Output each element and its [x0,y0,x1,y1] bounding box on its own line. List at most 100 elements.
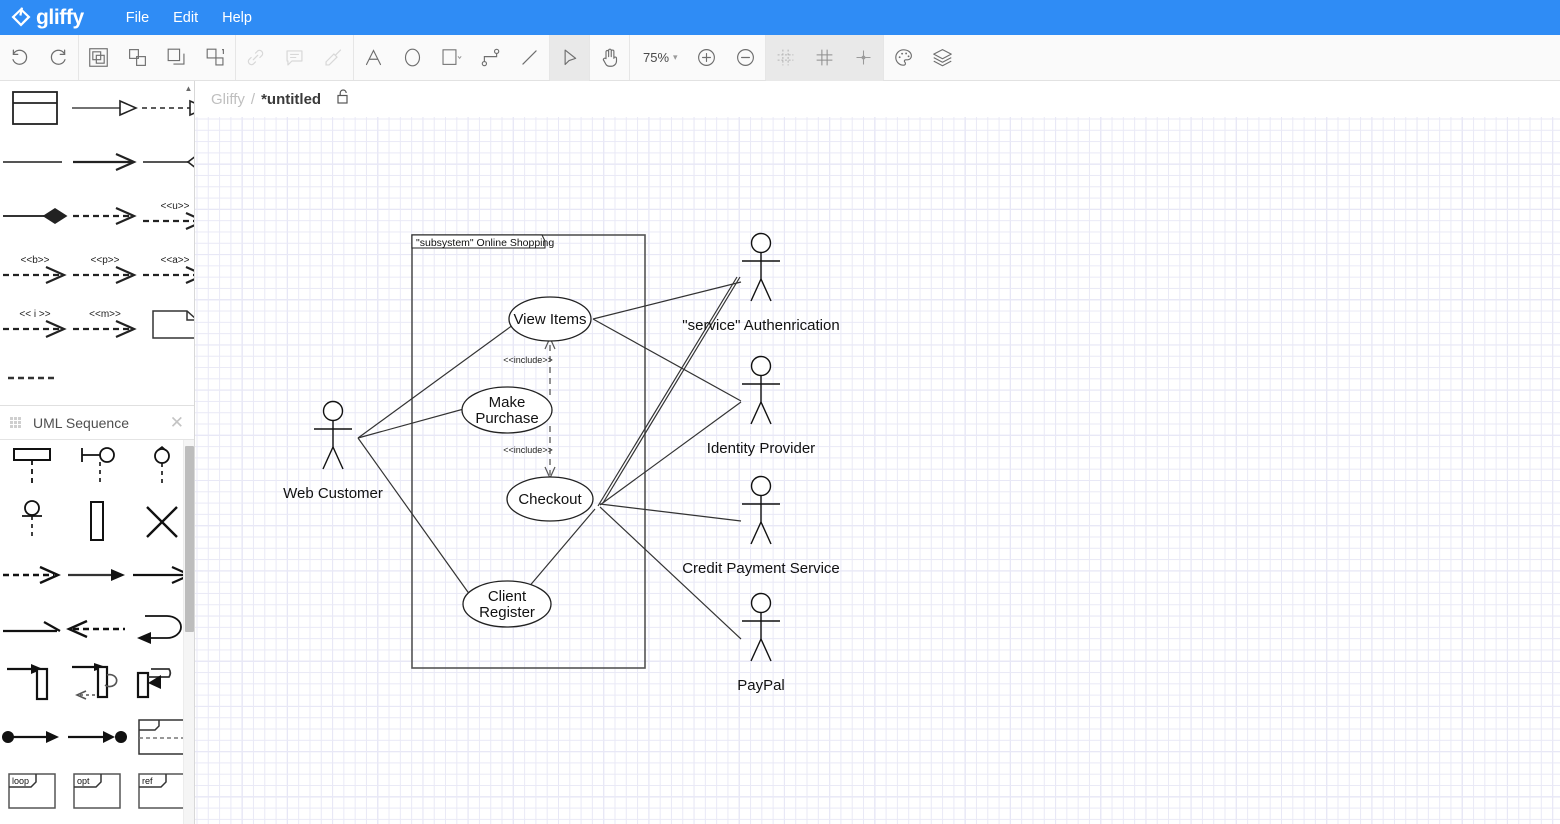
svg-text:<<p>>: <<p>> [91,255,120,266]
actor-identity-provider[interactable]: Identity Provider [707,355,815,458]
shape-bind-dependency-shape[interactable]: <<b>> [0,243,70,297]
shape-note-shape[interactable] [140,297,194,351]
palette-scrollbar-track[interactable] [183,440,194,824]
actor-web-customer-label: Web Customer [283,485,383,502]
menu-help[interactable]: Help [210,6,264,30]
close-icon[interactable]: ✕ [170,414,184,431]
svg-text:<< i >>: << i >> [19,309,50,320]
use-case-make-purchase[interactable]: Make Purchase [461,386,553,434]
gliffy-diamond-logo-icon [9,6,33,30]
shape-use-dependency-shape[interactable]: <<u>> [140,189,194,243]
diagram-canvas[interactable]: "subsystem" Online Shopping <<include>> … [195,117,1560,824]
use-case-make-purchase-label-line2: Purchase [475,410,538,427]
breadcrumb-root[interactable]: Gliffy [211,91,245,108]
shape-lifeline-object-shape[interactable] [0,440,65,494]
rectangle-tool-button[interactable] [432,35,471,81]
format-painter-button[interactable] [314,35,353,81]
toolbar-style-group [884,35,962,80]
shape-permit-dependency-shape[interactable]: <<p>> [70,243,140,297]
shape-call-activation-shape[interactable] [0,656,65,710]
breadcrumb-separator: / [250,90,256,108]
shape-reply-message-shape[interactable] [65,602,130,656]
redo-button[interactable] [39,35,78,81]
document-title[interactable]: *untitled [261,91,321,108]
uml-sequence-panel-header[interactable]: UML Sequence ✕ [0,406,194,440]
shape-nested-activation-shape[interactable] [65,656,130,710]
select-tool-button[interactable] [550,34,589,81]
use-case-checkout[interactable]: Checkout [506,476,594,522]
use-case-view-items[interactable]: View Items [508,296,592,342]
ungroup-button[interactable] [118,35,157,81]
shape-return-message-shape[interactable] [0,548,65,602]
toolbar-guides-group [765,34,884,81]
shape-synchronous-message-shape[interactable] [65,548,130,602]
comment-button[interactable] [275,35,314,81]
use-dependency-label: <<u>> [161,201,190,212]
shape-loop-fragment-shape[interactable]: loop [0,764,65,818]
use-case-diagram: "subsystem" Online Shopping <<include>> … [283,232,840,695]
app-logo[interactable]: gliffy [9,6,84,30]
unlocked-padlock-icon[interactable] [337,89,350,109]
layers-button[interactable] [923,35,962,81]
shape-class-box-shape[interactable] [0,81,70,135]
menu-bar: gliffy File Edit Help [0,0,1560,35]
toolbar-history-group [0,35,79,80]
use-case-client-register[interactable]: Client Register [462,580,552,628]
line-tool-button[interactable] [510,35,549,81]
group-button[interactable] [79,35,118,81]
shape-merge-dependency-shape[interactable]: <<m>> [70,297,140,351]
link-button[interactable] [236,35,275,81]
theme-button[interactable] [884,35,923,81]
shape-lifeline-boundary-shape[interactable] [65,440,130,494]
shape-activation-bar-shape[interactable] [65,494,130,548]
pan-tool-button[interactable] [590,35,629,81]
include-make-purchase-to-checkout[interactable]: <<include>> [503,426,556,480]
text-tool-button[interactable] [354,35,393,81]
shape-found-message-shape[interactable] [0,710,65,764]
send-to-back-button[interactable] [196,35,235,81]
use-case-checkout-label: Checkout [518,491,582,508]
svg-text:<<m>>: <<m>> [89,309,121,320]
zoom-out-button[interactable] [726,35,765,81]
actor-credit-payment-service[interactable]: Credit Payment Service [682,475,840,578]
shape-generalization-shape[interactable] [70,81,140,135]
palette-scrollbar-thumb[interactable] [185,446,194,632]
show-grid-button[interactable] [804,34,844,81]
use-case-view-items-label: View Items [513,311,586,328]
shape-empty-slot-1 [70,351,140,405]
include-label-lower: <<include>> [503,445,553,455]
shape-lifeline-entity-shape[interactable] [0,494,65,548]
shape-opt-fragment-shape[interactable]: opt [65,764,130,818]
shape-aggregation-shape[interactable] [140,135,194,189]
shape-lost-message-shape[interactable] [65,710,130,764]
snap-to-grid-button[interactable] [765,34,805,81]
palette-scroll-up-icon[interactable]: ▲ [184,84,193,93]
shape-message-shape[interactable] [0,602,65,656]
menu-file[interactable]: File [114,6,161,30]
shape-directed-association-shape[interactable] [70,135,140,189]
connector-tool-button[interactable] [471,35,510,81]
undo-button[interactable] [0,35,39,81]
shape-access-dependency-shape[interactable]: <<a>> [140,243,194,297]
actor-service-authentication-label: "service" Authenrication [682,317,839,334]
shape-composition-shape[interactable] [0,189,70,243]
actor-service-authentication[interactable]: "service" Authenrication [682,232,840,335]
include-label-upper: <<include>> [503,355,553,365]
drag-grip-icon[interactable] [10,417,21,428]
zoom-in-button[interactable] [687,35,726,81]
bring-to-front-button[interactable] [157,35,196,81]
shape-dependency-shape[interactable] [70,189,140,243]
actor-paypal[interactable]: PayPal [737,592,785,695]
actor-credit-payment-service-label: Credit Payment Service [682,560,840,577]
shape-association-shape[interactable] [0,135,70,189]
menu-edit[interactable]: Edit [161,6,210,30]
shape-empty-slot-2 [140,351,194,405]
ref-fragment-label: ref [142,776,153,786]
drawing-guides-button[interactable] [843,34,883,81]
shape-import-dependency-shape[interactable]: << i >> [0,297,70,351]
uml-sequence-panel-title: UML Sequence [33,414,129,431]
canvas-area: Gliffy / *untitled "subsystem" Online Sh… [195,81,1560,824]
zoom-level-control[interactable]: 75% ▾ [630,35,687,81]
shape-note-anchor-shape[interactable] [0,351,70,405]
ellipse-tool-button[interactable] [393,35,432,81]
